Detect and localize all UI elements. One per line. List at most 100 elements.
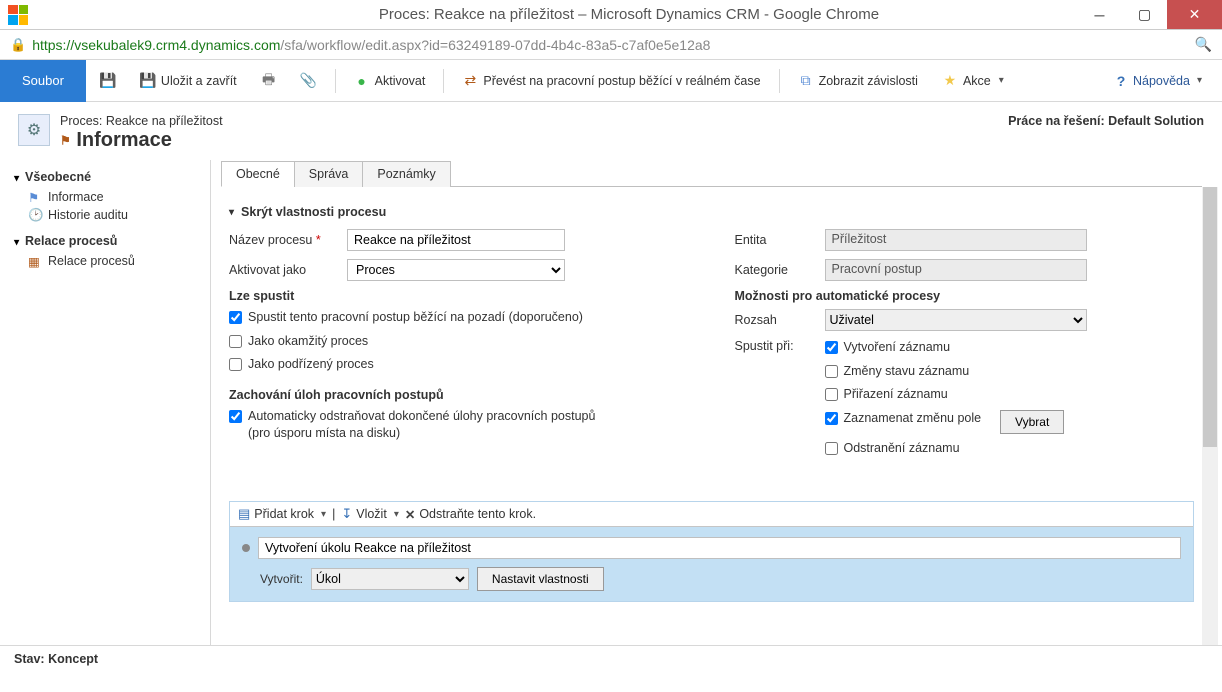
save-button[interactable]: 💾 [90,60,126,101]
solution-label: Práce na řešení: [1008,114,1105,128]
row-trigger: Spustit při: Vytvoření záznamu Změny sta… [735,339,1201,463]
tab-admin[interactable]: Správa [294,161,364,187]
nav-item-relations[interactable]: ▦Relace procesů [10,252,200,270]
trigger-label: Spustit při: [735,339,815,353]
scrollbar[interactable] [1202,187,1218,645]
nav-group-relations[interactable]: Relace procesů [14,234,200,248]
trigger-create-checkbox[interactable] [825,341,838,354]
separator [443,69,444,93]
workflow-icon: ⚑ [60,134,71,148]
run-background-checkbox[interactable] [229,311,242,324]
tabs: Obecné Správa Poznámky [221,160,1202,187]
run-child-label: Jako podřízený proces [248,356,374,374]
nav-group-general[interactable]: Všeobecné [14,170,200,184]
chk-run-background: Spustit tento pracovní postup běžící na … [229,309,695,327]
save-close-button[interactable]: 💾Uložit a zavřít [130,60,247,101]
zoom-icon[interactable]: 🔍 [1195,36,1212,53]
close-button[interactable]: ✕ [1167,0,1222,29]
run-background-label: Spustit tento pracovní postup běžící na … [248,309,583,327]
auto-options-header: Možnosti pro automatické procesy [735,289,1201,303]
help-icon: ? [1113,73,1129,89]
window-controls: ─ ▢ ✕ [1077,0,1222,29]
insert-step-button[interactable]: ↧Vložit [341,506,399,522]
activate-icon: ● [354,73,370,89]
step-description-row [242,537,1181,559]
actions-label: Akce [963,74,991,88]
attach-icon: 📎 [301,73,317,89]
separator: | [332,507,335,521]
convert-button[interactable]: ⇄Převést na pracovní postup běžící v reá… [452,60,770,101]
convert-icon: ⇄ [462,73,478,89]
add-step-button[interactable]: ▤Přidat krok [238,506,326,522]
dependencies-button[interactable]: ⧉ Zobrazit závislosti [788,60,928,101]
chk-trigger-create: Vytvoření záznamu [825,339,1065,357]
activate-button[interactable]: ●Aktivovat [344,60,436,101]
print-button[interactable]: 🖶 [251,60,287,101]
url[interactable]: https://vsekubalek9.crm4.dynamics.com/sf… [32,37,710,53]
page-title: ⚑ Informace [60,129,223,152]
activate-as-select[interactable]: Proces [347,259,565,281]
separator [779,69,780,93]
trigger-delete-checkbox[interactable] [825,442,838,455]
run-immediate-checkbox[interactable] [229,335,242,348]
chk-auto-delete: Automaticky odstraňovat dokončené úlohy … [229,408,695,443]
dependencies-label: Zobrazit závislosti [819,74,918,88]
attach-button[interactable]: 📎 [291,60,327,101]
form-left-column: Název procesu * Aktivovat jako Proces Lz… [229,229,695,471]
select-fields-button[interactable]: Vybrat [1000,410,1064,434]
url-path: /sfa/workflow/edit.aspx?id=63249189-07dd… [280,37,710,53]
tab-notes[interactable]: Poznámky [362,161,450,187]
trigger-status-label: Změny stavu záznamu [844,363,970,381]
run-child-checkbox[interactable] [229,358,242,371]
main-pane: Obecné Správa Poznámky Skrýt vlastnosti … [210,160,1222,645]
row-entity: Entita Příležitost [735,229,1201,251]
minimize-button[interactable]: ─ [1077,0,1122,29]
step-description-input[interactable] [258,537,1181,559]
maximize-button[interactable]: ▢ [1122,0,1167,29]
category-value: Pracovní postup [825,259,1087,281]
solution-name: Default Solution [1108,114,1204,128]
steps-toolbar: ▤Přidat krok | ↧Vložit ✕Odstraňte tento … [230,502,1193,527]
trigger-field-checkbox[interactable] [825,412,838,425]
url-origin: https://vsekubalek9.crm4.dynamics.com [32,37,280,53]
create-label: Vytvořit: [260,572,303,586]
nav-item-information[interactable]: ⚑Informace [10,188,200,206]
relations-icon: ▦ [28,254,42,268]
required-icon: * [316,233,321,247]
scope-label: Rozsah [735,313,815,327]
category-label: Kategorie [735,263,815,277]
actions-icon: ★ [942,73,958,89]
activate-as-label: Aktivovat jako [229,263,337,277]
save-icon: 💾 [100,73,116,89]
process-name-input[interactable] [347,229,565,251]
left-navigation: Všeobecné ⚑Informace 🕑Historie auditu Re… [0,160,210,645]
set-properties-button[interactable]: Nastavit vlastnosti [477,567,604,591]
save-close-label: Uložit a zavřít [161,74,237,88]
section-header-properties[interactable]: Skrýt vlastnosti procesu [229,205,1200,219]
file-tab[interactable]: Soubor [0,60,86,102]
scrollbar-thumb[interactable] [1203,187,1217,447]
delete-step-button[interactable]: ✕Odstraňte tento krok. [405,507,536,522]
nav-item-audit[interactable]: 🕑Historie auditu [10,206,200,224]
scope-select[interactable]: Uživatel [825,309,1087,331]
process-icon: ⚙ [18,114,50,146]
windows-logo-icon [8,5,28,25]
dependencies-icon: ⧉ [798,73,814,89]
page-header: ⚙ Proces: Reakce na příležitost ⚑ Inform… [0,102,1222,160]
content-columns: Všeobecné ⚑Informace 🕑Historie auditu Re… [0,160,1222,645]
step-item[interactable]: Vytvořit: Úkol Nastavit vlastnosti [230,527,1193,601]
trigger-assign-checkbox[interactable] [825,388,838,401]
create-entity-select[interactable]: Úkol [311,568,469,590]
status-bar: Stav: Koncept [0,645,1222,672]
auto-delete-checkbox[interactable] [229,410,242,423]
entity-label: Entita [735,233,815,247]
process-name-label: Název procesu * [229,233,337,247]
actions-menu[interactable]: ★ Akce [932,60,1014,101]
form-two-columns: Název procesu * Aktivovat jako Proces Lz… [229,229,1200,471]
help-menu[interactable]: ?Nápověda [1103,60,1212,101]
collapse-icon [14,234,21,248]
tab-general[interactable]: Obecné [221,161,295,187]
step-bullet-icon [242,544,250,552]
trigger-status-checkbox[interactable] [825,365,838,378]
canrun-header: Lze spustit [229,289,695,303]
